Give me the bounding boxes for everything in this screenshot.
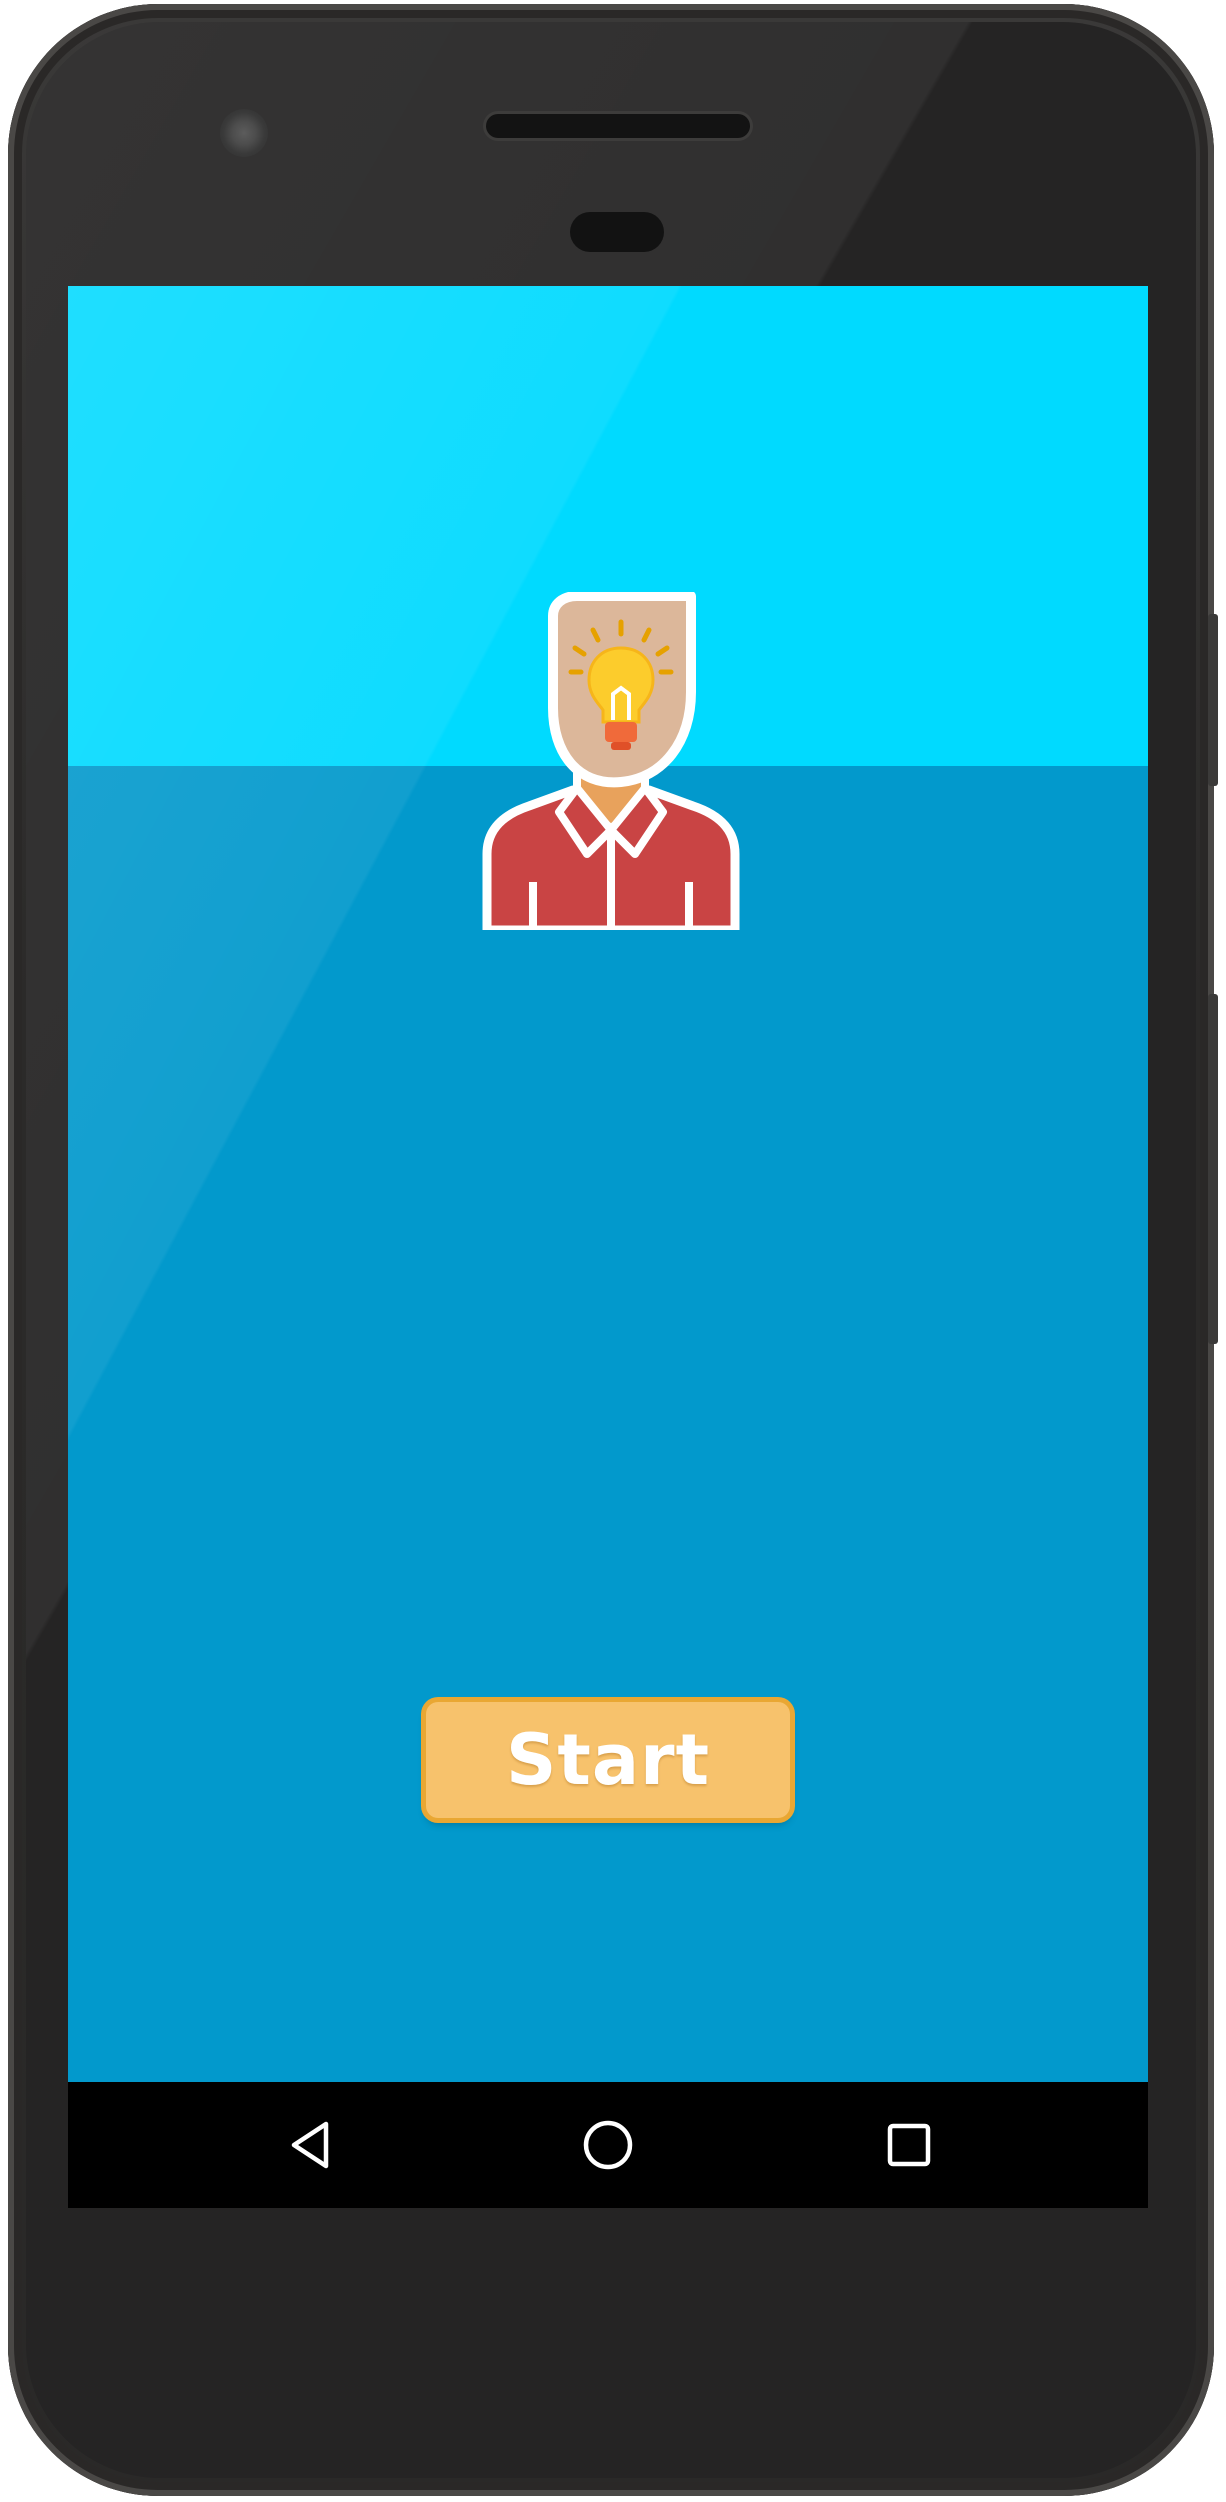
home-circle-icon[interactable] bbox=[575, 2112, 641, 2178]
navigation-bar bbox=[68, 2082, 1148, 2208]
back-triangle-icon[interactable] bbox=[278, 2112, 344, 2178]
front-camera bbox=[220, 109, 268, 157]
recents-square-icon[interactable] bbox=[876, 2112, 942, 2178]
volume-button bbox=[1208, 994, 1218, 1344]
start-button[interactable]: Start bbox=[426, 1702, 790, 1818]
earpiece-speaker bbox=[486, 114, 750, 138]
proximity-sensor bbox=[570, 212, 664, 252]
power-button bbox=[1208, 614, 1218, 786]
start-button-label: Start bbox=[505, 1719, 711, 1801]
person-lightbulb-icon bbox=[482, 592, 740, 930]
app-screen: Start bbox=[68, 286, 1148, 2082]
